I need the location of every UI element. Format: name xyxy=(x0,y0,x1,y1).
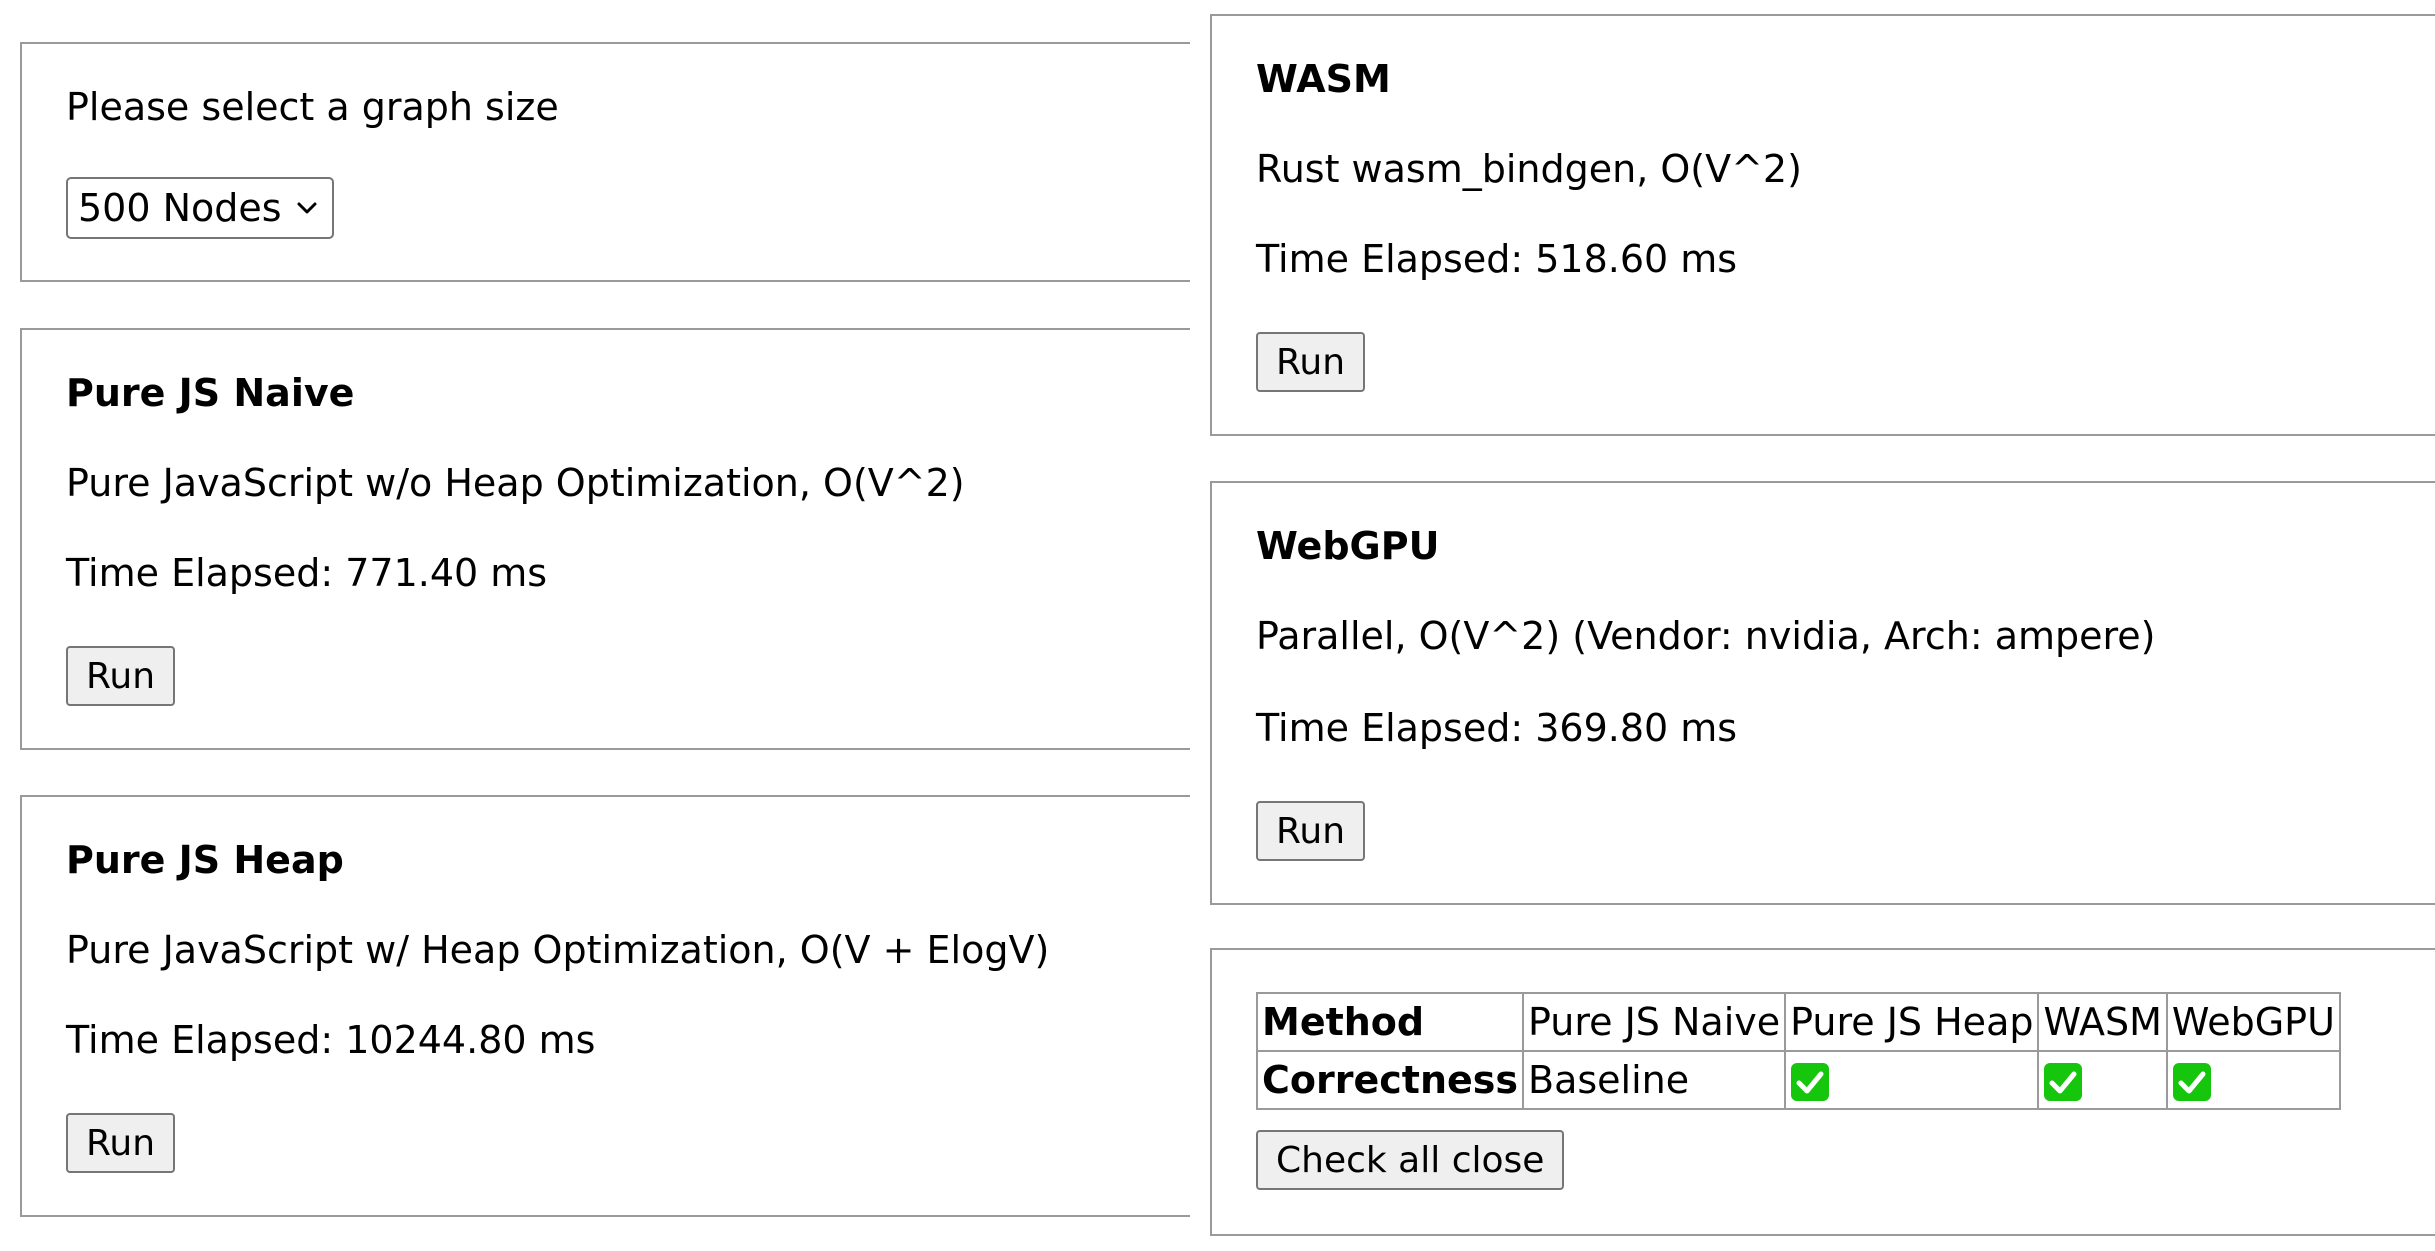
correctness-webgpu xyxy=(2165,1050,2341,1110)
wasm-panel: WASM Rust wasm_bindgen, O(V^2) Time Elap… xyxy=(1210,14,2435,436)
webgpu-time: Time Elapsed: 369.80 ms xyxy=(1256,706,1738,750)
column-header-pure-js-naive: Pure JS Naive xyxy=(1521,992,1787,1052)
correctness-wasm xyxy=(2037,1050,2168,1110)
graph-size-panel: Please select a graph size 500 Nodes xyxy=(20,42,1190,282)
column-header-wasm: WASM xyxy=(2037,992,2168,1052)
pure-js-naive-run-button[interactable]: Run xyxy=(66,646,176,706)
pure-js-naive-description: Pure JavaScript w/o Heap Optimization, O… xyxy=(66,461,965,505)
chevron-down-icon xyxy=(297,202,317,214)
pure-js-heap-description: Pure JavaScript w/ Heap Optimization, O(… xyxy=(66,928,1050,972)
table-row: Correctness Baseline xyxy=(1256,1050,2341,1110)
wasm-description: Rust wasm_bindgen, O(V^2) xyxy=(1256,147,1802,191)
correctness-panel: Method Pure JS Naive Pure JS Heap WASM W… xyxy=(1210,948,2435,1236)
column-header-pure-js-heap: Pure JS Heap xyxy=(1784,992,2040,1052)
webgpu-title: WebGPU xyxy=(1256,524,1440,568)
pure-js-heap-run-button[interactable]: Run xyxy=(66,1113,176,1173)
check-all-close-button[interactable]: Check all close xyxy=(1256,1130,1565,1190)
correctness-pure-js-heap xyxy=(1784,1050,2040,1110)
wasm-title: WASM xyxy=(1256,57,1391,101)
check-mark-icon xyxy=(2044,1063,2083,1102)
webgpu-run-button[interactable]: Run xyxy=(1256,801,1366,861)
webgpu-panel: WebGPU Parallel, O(V^2) (Vendor: nvidia,… xyxy=(1210,481,2435,905)
check-mark-icon xyxy=(2172,1063,2211,1102)
pure-js-heap-time: Time Elapsed: 10244.80 ms xyxy=(66,1018,596,1062)
correctness-pure-js-naive: Baseline xyxy=(1521,1050,1787,1110)
table-row: Method Pure JS Naive Pure JS Heap WASM W… xyxy=(1256,992,2341,1052)
wasm-run-button[interactable]: Run xyxy=(1256,332,1366,392)
pure-js-naive-time: Time Elapsed: 771.40 ms xyxy=(66,551,548,595)
webgpu-description: Parallel, O(V^2) (Vendor: nvidia, Arch: … xyxy=(1256,614,2156,658)
pure-js-heap-title: Pure JS Heap xyxy=(66,838,344,882)
wasm-time: Time Elapsed: 518.60 ms xyxy=(1256,237,1738,281)
check-mark-icon xyxy=(1791,1063,1830,1102)
graph-size-prompt: Please select a graph size xyxy=(66,85,559,129)
correctness-table: Method Pure JS Naive Pure JS Heap WASM W… xyxy=(1256,992,2341,1110)
pure-js-naive-panel: Pure JS Naive Pure JavaScript w/o Heap O… xyxy=(20,328,1190,750)
method-row-header: Method xyxy=(1256,992,1524,1052)
correctness-row-header: Correctness xyxy=(1256,1050,1524,1110)
graph-size-selected-value: 500 Nodes xyxy=(78,186,282,230)
pure-js-heap-panel: Pure JS Heap Pure JavaScript w/ Heap Opt… xyxy=(20,795,1190,1217)
pure-js-naive-title: Pure JS Naive xyxy=(66,371,355,415)
column-header-webgpu: WebGPU xyxy=(2165,992,2341,1052)
graph-size-select[interactable]: 500 Nodes xyxy=(66,177,334,239)
